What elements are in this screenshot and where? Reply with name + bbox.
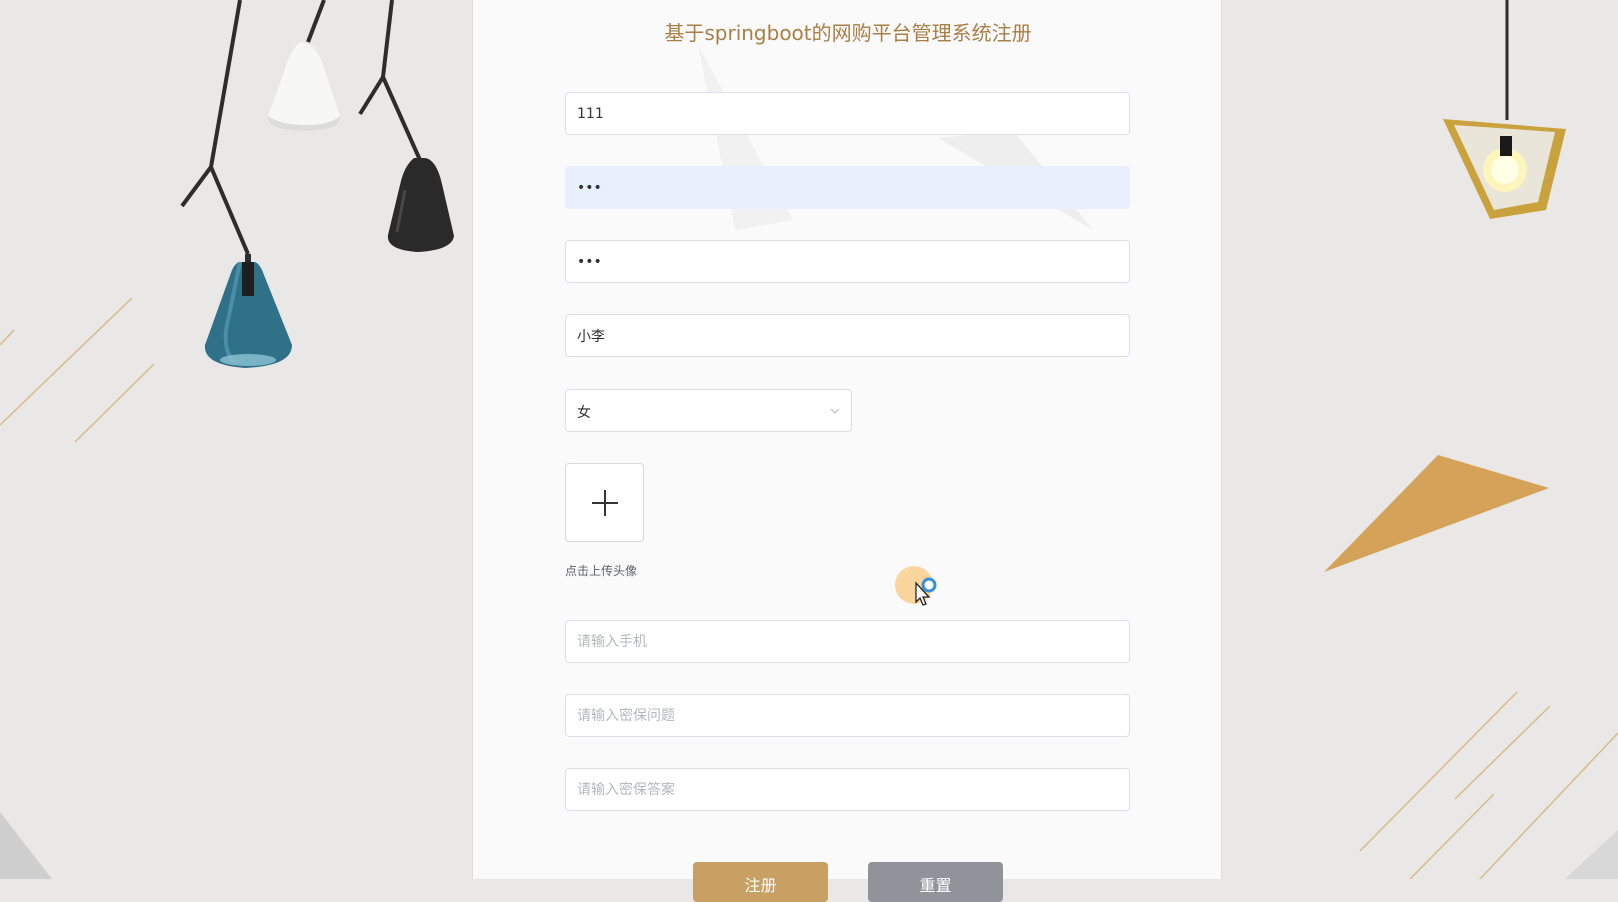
security-question-input[interactable] (565, 694, 1130, 737)
register-panel: 基于springboot的网购平台管理系统注册 女 点击上传头像 注册 重置 (472, 0, 1222, 902)
reset-button[interactable]: 重置 (868, 862, 1003, 902)
account-input[interactable] (565, 92, 1130, 135)
gender-selected-value: 女 (577, 405, 591, 421)
mouse-pointer-icon (895, 566, 937, 606)
plus-icon (592, 490, 618, 516)
security-answer-input[interactable] (565, 768, 1130, 811)
register-button[interactable]: 注册 (693, 862, 828, 902)
page-title: 基于springboot的网购平台管理系统注册 (664, 21, 1032, 45)
avatar-upload-hint: 点击上传头像 (565, 564, 638, 578)
password-input[interactable] (565, 166, 1130, 209)
chevron-down-icon (830, 408, 840, 414)
gold-triangle-decoration (1324, 455, 1549, 572)
confirm-password-input[interactable] (565, 240, 1130, 283)
name-input[interactable] (565, 314, 1130, 357)
avatar-upload-button[interactable] (565, 463, 644, 542)
gender-select[interactable]: 女 (565, 389, 852, 432)
phone-input[interactable] (565, 620, 1130, 663)
